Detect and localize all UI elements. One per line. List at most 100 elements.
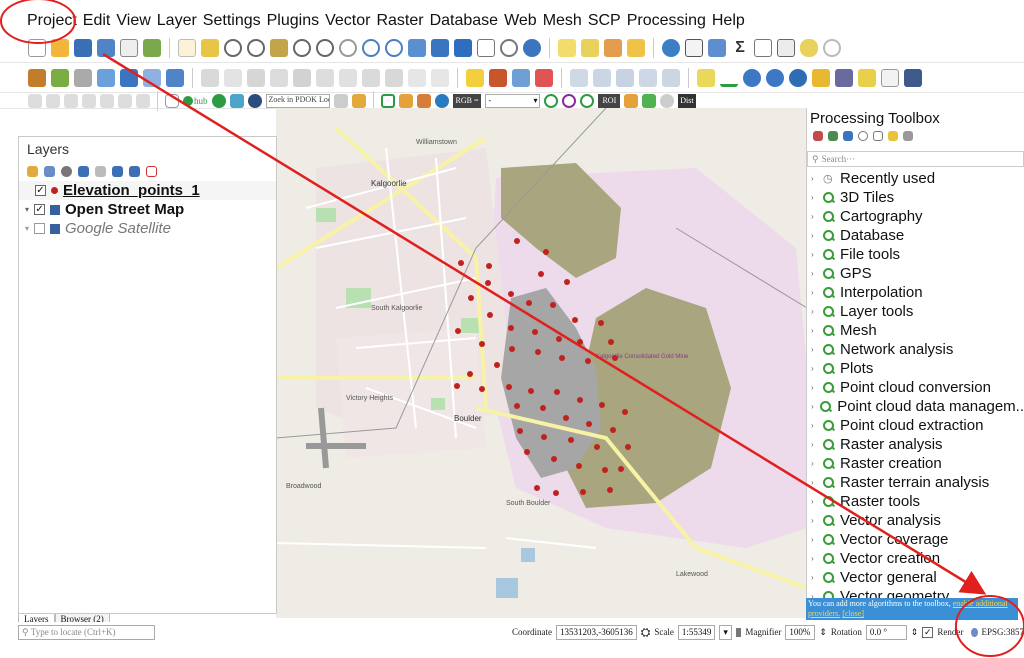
crs-epsg-button[interactable]: EPSG:3857 [982, 627, 1024, 637]
layers-toolbar [19, 161, 276, 181]
toolbox-group[interactable]: › ◷ Recently used [807, 169, 1024, 188]
toolbox-search-input[interactable]: ⚲ Search··· [807, 151, 1024, 167]
expand-arrow-icon[interactable]: › [811, 326, 817, 335]
toolbox-group[interactable]: › File tools [807, 245, 1024, 264]
render-checkbox[interactable]: ✓ [922, 626, 934, 638]
expand-arrow-icon[interactable]: › [811, 478, 817, 487]
expand-arrow-icon[interactable]: › [811, 193, 817, 202]
toolbox-group[interactable]: › Network analysis [807, 340, 1024, 359]
models-icon[interactable] [813, 131, 823, 141]
expand-arrow-icon[interactable]: › [811, 231, 817, 240]
expand-arrow-icon[interactable]: › [811, 174, 817, 183]
expand-arrow-icon[interactable]: › [811, 573, 817, 582]
remove-layer-icon[interactable] [146, 165, 157, 177]
history-icon[interactable] [858, 131, 868, 141]
toolbox-group-label: Point cloud extraction [840, 417, 984, 434]
batch-icon[interactable] [888, 131, 898, 141]
layer-item-elevation-points[interactable]: ✓ Elevation_points_1 [19, 181, 276, 200]
toolbox-group[interactable]: › Interpolation [807, 283, 1024, 302]
locator-search-input[interactable]: ⚲ Type to locate (Ctrl+K) [18, 624, 155, 640]
toolbox-group[interactable]: › Point cloud conversion [807, 378, 1024, 397]
rotation-spinner-icon[interactable]: ⇕ [911, 627, 919, 638]
collapse-all-icon[interactable] [129, 165, 140, 177]
expand-arrow-icon[interactable]: › [811, 212, 817, 221]
toolbox-group[interactable]: › Vector coverage [807, 530, 1024, 549]
expand-arrow-icon[interactable]: › [811, 554, 817, 563]
toolbox-group[interactable]: › Vector creation [807, 549, 1024, 568]
elevation-point [458, 260, 464, 266]
toolbox-group[interactable]: › Vector general [807, 568, 1024, 587]
scale-dropdown-icon[interactable]: ▾ [719, 624, 732, 640]
filter-icon[interactable] [78, 165, 89, 177]
expand-arrow-icon[interactable]: › [811, 345, 817, 354]
elevation-point [494, 362, 500, 368]
qgis-provider-icon [823, 344, 834, 355]
expand-arrow-icon[interactable]: › [811, 383, 817, 392]
toolbox-group-label: Raster creation [840, 455, 942, 472]
expand-arrow-icon[interactable]: › [811, 497, 817, 506]
toolbox-group[interactable]: › Database [807, 226, 1024, 245]
toolbox-group[interactable]: › Mesh [807, 321, 1024, 340]
scale-field[interactable]: 1:55349 [677, 624, 716, 640]
layer-checkbox[interactable] [34, 223, 46, 234]
expand-arrow-icon[interactable]: › [811, 459, 817, 468]
expand-arrow-icon[interactable]: › [811, 421, 817, 430]
coordinate-field[interactable]: 13531203,-3605136 [556, 624, 637, 640]
magnifier-spinner-icon[interactable]: ⇕ [819, 627, 827, 638]
qgis-provider-icon [823, 211, 834, 222]
close-info-link[interactable]: [close] [842, 609, 864, 618]
magnifier-field[interactable]: 100% [785, 624, 816, 640]
expand-arrow-icon[interactable]: › [811, 250, 817, 259]
toolbox-group[interactable]: › 3D Tiles [807, 188, 1024, 207]
expand-arrow-icon[interactable]: › [811, 535, 817, 544]
toggle-extents-icon[interactable]: ⛭ [641, 625, 651, 640]
toolbox-group[interactable]: › Cartography [807, 207, 1024, 226]
qgis-provider-icon [823, 363, 834, 374]
expand-arrow-icon[interactable]: › [811, 364, 817, 373]
elevation-point [508, 325, 514, 331]
toolbox-group[interactable]: › Raster terrain analysis [807, 473, 1024, 492]
toolbox-group[interactable]: › Vector analysis [807, 511, 1024, 530]
rotation-field[interactable]: 0.0 ° [865, 624, 907, 640]
toolbox-group[interactable]: › Point cloud data managem.. [807, 397, 1024, 416]
results-icon[interactable] [873, 131, 883, 141]
expand-arrow-icon[interactable]: ▾ [25, 205, 29, 214]
options-wrench-icon[interactable] [903, 131, 913, 141]
toolbox-group[interactable]: › Raster tools [807, 492, 1024, 511]
expand-arrow-icon[interactable]: ▾ [25, 224, 29, 233]
toolbox-title: Processing Toolbox [810, 110, 940, 127]
add-group-icon[interactable] [44, 165, 55, 177]
toolbox-group-label: Network analysis [840, 341, 954, 358]
toolbox-group[interactable]: › Point cloud extraction [807, 416, 1024, 435]
elevation-point [514, 403, 520, 409]
toolbox-group[interactable]: › GPS [807, 264, 1024, 283]
layer-item-open-street-map[interactable]: ▾ ✓ Open Street Map [19, 200, 276, 219]
toolbox-group[interactable]: › Layer tools [807, 302, 1024, 321]
layer-checkbox[interactable]: ✓ [35, 185, 46, 196]
toolbox-group-label: File tools [840, 246, 901, 263]
toolbox-group[interactable]: › Raster creation [807, 454, 1024, 473]
toolbox-group-label: Raster analysis [840, 436, 943, 453]
search-placeholder: Search··· [821, 154, 856, 164]
toolbox-group[interactable]: › Plots [807, 359, 1024, 378]
expand-arrow-icon[interactable]: › [811, 440, 817, 449]
layer-checkbox[interactable]: ✓ [34, 204, 46, 215]
elevation-point [509, 346, 515, 352]
scripts-icon[interactable] [828, 131, 838, 141]
expand-all-icon[interactable] [112, 165, 123, 177]
expand-arrow-icon[interactable]: › [811, 516, 817, 525]
toolbox-group[interactable]: › Raster analysis [807, 435, 1024, 454]
expand-arrow-icon[interactable]: › [811, 288, 817, 297]
style-panel-icon[interactable] [27, 165, 38, 177]
expand-arrow-icon[interactable]: › [811, 307, 817, 316]
filter-legend-icon[interactable] [95, 165, 106, 177]
rotation-label: Rotation [830, 627, 862, 637]
crs-globe-icon[interactable] [971, 627, 978, 637]
visibility-eye-icon[interactable] [61, 165, 72, 177]
lock-scale-icon[interactable] [735, 627, 742, 637]
expand-arrow-icon[interactable]: › [811, 269, 817, 278]
python-icon[interactable] [843, 131, 853, 141]
elevation-point [554, 389, 560, 395]
layer-item-google-satellite[interactable]: ▾ Google Satellite [19, 219, 276, 238]
expand-arrow-icon[interactable]: › [811, 402, 814, 411]
